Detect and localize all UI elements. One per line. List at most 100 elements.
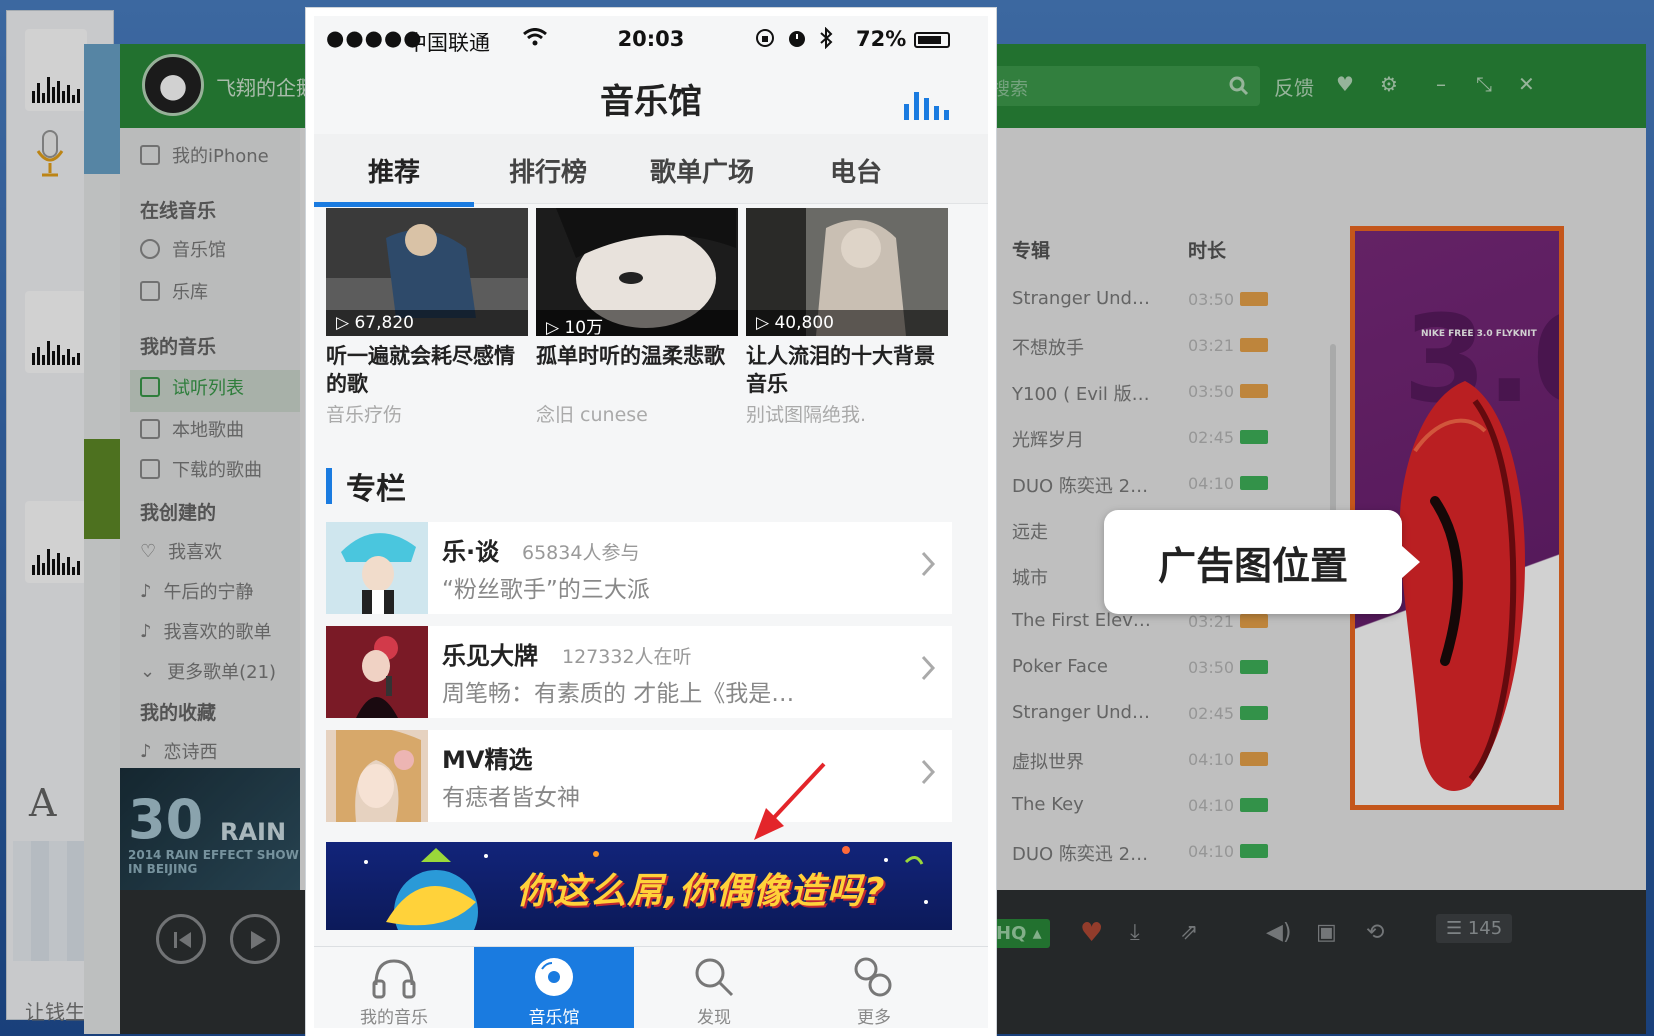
sidebar-item-local-songs[interactable]: 本地歌曲 (140, 416, 244, 442)
quality-tag-icon (1240, 752, 1268, 766)
search-box[interactable]: 搜索 (980, 66, 1260, 106)
nav-bar: 音乐馆 (314, 56, 988, 134)
phone-icon (140, 145, 160, 165)
playlist-title: 听一遍就会耗尽感情的歌 (326, 344, 515, 396)
album-cell: 虚拟世界 (1012, 752, 1084, 773)
sidebar-item-favorites[interactable]: ♡ 我喜欢 (140, 538, 222, 564)
search-icon[interactable] (1228, 75, 1250, 97)
sidebar-item-device[interactable]: 我的iPhone (140, 142, 269, 168)
sidebar-item-more-playlists[interactable]: ⌄ 更多歌单(21) (140, 658, 276, 684)
sneaker-image (1399, 381, 1525, 791)
sidebar-item-library[interactable]: 乐库 (140, 278, 208, 304)
tab-playlist-square[interactable]: 歌单广场 (622, 152, 782, 189)
tab-bar: 推荐 排行榜 歌单广场 电台 (314, 134, 988, 204)
heart-icon: ♡ (140, 540, 157, 562)
sidebar-heading-collected: 我的收藏 (140, 702, 217, 724)
headphones-icon (372, 959, 416, 999)
battery-icon (914, 32, 950, 48)
play-count: ▷ 67,820 (326, 310, 528, 336)
sidebar-item-playlist[interactable]: ♪ 午后的宁静 (140, 578, 254, 604)
skin-icon[interactable]: ♥ (1336, 72, 1354, 96)
repeat-icon[interactable]: ⟲ (1366, 920, 1384, 945)
playlist-card[interactable]: ▷ 10万 孤单时听的温柔悲歌 念旧 cunese (536, 208, 738, 438)
sidebar-item-collected[interactable]: ♪ 恋诗西 (140, 738, 218, 764)
red-arrow-icon (754, 762, 826, 840)
note-icon: ♪ (140, 740, 152, 762)
close-icon[interactable]: ✕ (1518, 72, 1535, 96)
table-row[interactable]: DUO 陈奕迅 2… 04:10 (940, 830, 1360, 876)
column-header-duration[interactable]: 时长 (1188, 236, 1226, 263)
previous-button[interactable] (156, 914, 206, 964)
sidebar-item-trial-list[interactable]: 试听列表 (140, 374, 244, 400)
more-icon (854, 957, 892, 997)
tab-radio[interactable]: 电台 (776, 152, 936, 189)
column-meta: 127332人在听 (562, 646, 692, 668)
playlist-button[interactable]: ☰ 145 (1436, 914, 1513, 943)
table-row[interactable]: DUO 陈奕迅 2… 04:10 (940, 462, 1360, 508)
chevron-right-icon (921, 551, 936, 577)
battery-percent: 72% (856, 27, 907, 51)
volume-icon[interactable]: ◀) (1266, 920, 1292, 945)
column-item[interactable]: 乐见大牌 127332人在听 周笔畅：有素质的 才能上《我是… (326, 626, 952, 718)
username[interactable]: 飞翔的企鹅 (216, 72, 316, 101)
minimize-icon[interactable]: – (1436, 72, 1446, 96)
playlist-subtitle: 音乐疗伤 (326, 404, 403, 426)
play-button[interactable] (230, 914, 280, 964)
table-row[interactable]: Poker Face 03:50 (940, 646, 1360, 692)
sidebar-item-downloads[interactable]: 下载的歌曲 (140, 456, 262, 482)
playlist-card[interactable]: ▷ 40,800 让人流泪的十大背景音乐 别试图隔绝我. (746, 208, 948, 438)
tab-recommend[interactable]: 推荐 (314, 152, 474, 189)
ad-banner[interactable]: 你这么屌,你偶像造吗? (326, 842, 952, 930)
nav-more[interactable]: 更多 (794, 947, 954, 1028)
rain-concert-banner[interactable]: 30 RAIN 2014 RAIN EFFECT SHOW IN BEIJING (120, 768, 300, 890)
share-icon[interactable]: ⇗ (1180, 920, 1198, 945)
download-icon[interactable]: ⤓ (1130, 920, 1140, 945)
ad-banner-text: 你这么屌,你偶像造吗? (516, 871, 886, 912)
playlist-subtitle: 别试图隔绝我. (746, 404, 867, 426)
disc-icon (535, 958, 573, 996)
quality-tag-icon (1240, 292, 1268, 306)
column-description: 有痣者皆女神 (442, 785, 580, 811)
duration-cell: 03:50 (1188, 658, 1235, 677)
quality-tag-icon (1240, 476, 1268, 490)
table-row[interactable]: The Key 04:10 (940, 784, 1360, 830)
avatar-strip (84, 44, 124, 174)
sidebar-item-music-hall[interactable]: 音乐馆 (140, 236, 226, 262)
column-item[interactable]: 乐·谈 65834人参与 “粉丝歌手”的三大派 (326, 522, 952, 614)
equalizer-icon[interactable] (902, 86, 952, 120)
sidebar-item-playlist[interactable]: ♪ 我喜欢的歌单 (140, 618, 272, 644)
ad-brand-line: NIKE FREE 3.0 FLYKNIT (1421, 329, 1537, 339)
lyrics-icon[interactable]: ▣ (1316, 920, 1337, 945)
tab-charts[interactable]: 排行榜 (468, 152, 628, 189)
chevron-right-icon (921, 759, 936, 785)
column-meta: 65834人参与 (522, 542, 640, 564)
table-row[interactable]: 虚拟世界 04:10 (940, 738, 1360, 784)
audio-wave-thumb (25, 291, 87, 373)
nav-music-hall[interactable]: 音乐馆 (474, 947, 634, 1028)
playlist-title: 让人流泪的十大背景音乐 (746, 344, 935, 396)
album-cell: Stranger Und… (1012, 702, 1150, 723)
nav-discover[interactable]: 发现 (634, 947, 794, 1028)
table-row[interactable]: Stranger Und… 02:45 (940, 692, 1360, 738)
table-row[interactable]: 不想放手 03:21 (940, 324, 1360, 370)
audio-wave-thumb (25, 501, 87, 583)
like-icon[interactable]: ♥ (1080, 918, 1103, 948)
status-icons (754, 27, 834, 49)
table-row[interactable]: 光辉岁月 02:45 (940, 416, 1360, 462)
column-title: 乐·谈 (442, 538, 500, 566)
album-cell: Poker Face (1012, 656, 1108, 677)
nav-my-music[interactable]: 我的音乐 (314, 947, 474, 1028)
avatar[interactable] (142, 54, 204, 116)
search-input[interactable]: 搜索 (992, 75, 1028, 101)
quality-selector[interactable]: HQ ▴ (988, 919, 1050, 948)
play-count: ▷ 10万 (536, 310, 738, 336)
feedback-button[interactable]: 反馈 (1274, 72, 1314, 101)
gear-icon[interactable]: ⚙ (1380, 72, 1398, 96)
table-row[interactable]: MY100 ( Evil 版…03:50 (940, 370, 1360, 416)
column-thumbnail (326, 626, 428, 718)
mini-mode-icon[interactable]: ⤡ (1476, 72, 1492, 96)
column-item[interactable]: MV精选 有痣者皆女神 (326, 730, 952, 822)
playlist-card[interactable]: ▷ 67,820 听一遍就会耗尽感情的歌 音乐疗伤 (326, 208, 528, 438)
column-header-album[interactable]: 专辑 (1012, 236, 1050, 263)
table-row[interactable]: Stranger Und… 03:50 (940, 278, 1360, 324)
